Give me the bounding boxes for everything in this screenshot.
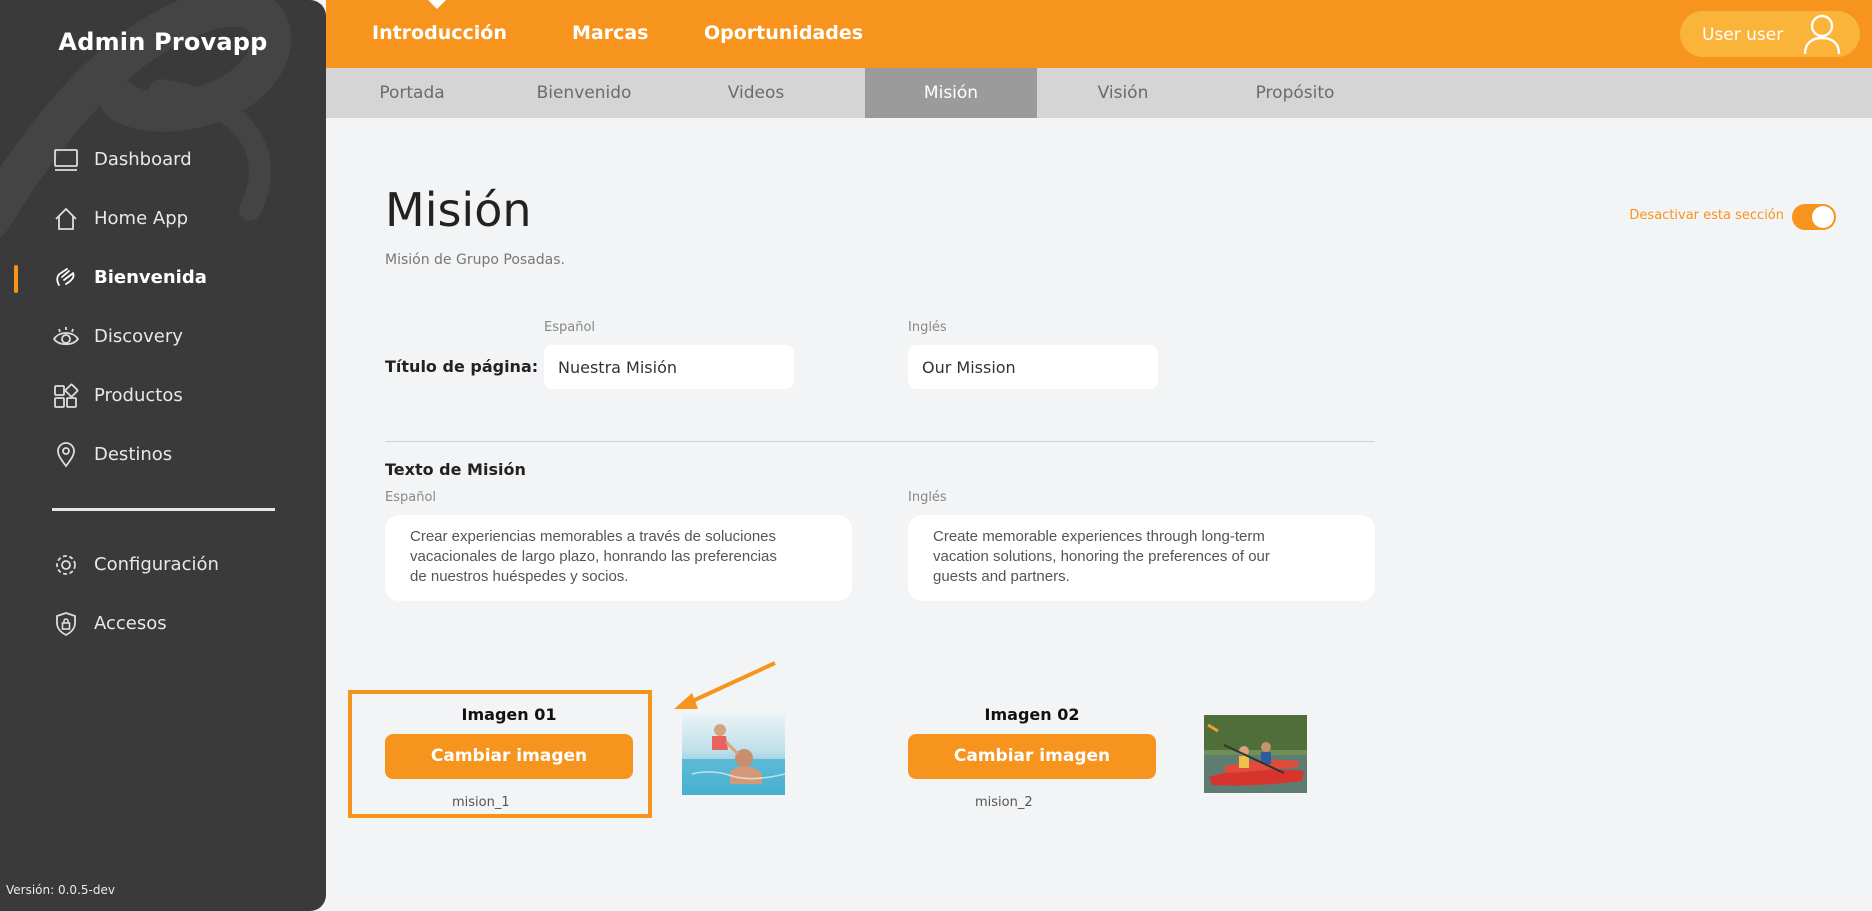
toggle-label: Desactivar esta sección — [1629, 208, 1784, 223]
version-label: Versión: 0.0.5-dev — [6, 883, 115, 897]
top-nav: Introducción Marcas Oportunidades User u… — [326, 0, 1872, 68]
page-title: Misión — [385, 183, 532, 237]
sidebar-item-destinos[interactable]: Destinos — [0, 425, 326, 484]
page-title-field-label: Título de página: — [385, 357, 539, 376]
section-tabs: Portada Bienvenido Videos Misión Visión … — [326, 68, 1872, 118]
image-01-title: Imagen 01 — [461, 705, 557, 724]
sidebar-item-accesos[interactable]: Accesos — [0, 594, 326, 653]
sidebar-item-label: Discovery — [94, 326, 183, 347]
textarea-line: vacacionales de largo plazo, honrando la… — [410, 548, 777, 565]
sidebar-divider — [52, 508, 275, 511]
subtab-vision[interactable]: Visión — [1037, 68, 1209, 118]
location-pin-icon — [52, 441, 80, 469]
annotation-arrow-icon — [674, 661, 776, 709]
sidebar-item-label: Configuración — [94, 554, 219, 575]
tab-marcas[interactable]: Marcas — [572, 22, 649, 44]
sidebar-nav: Dashboard Home App Bienvenida Discovery … — [0, 130, 326, 653]
sidebar-item-label: Home App — [94, 208, 189, 229]
image-02-title: Imagen 02 — [984, 705, 1080, 724]
es-label: Español — [385, 490, 437, 505]
subtab-mision[interactable]: Misión — [865, 68, 1037, 118]
textarea-line: Crear experiencias memorables a través d… — [410, 528, 777, 545]
gear-icon — [52, 551, 80, 579]
subtab-videos[interactable]: Videos — [670, 68, 842, 118]
tab-oportunidades[interactable]: Oportunidades — [704, 22, 863, 44]
user-name: User user — [1702, 25, 1784, 45]
sidebar-item-bienvenida[interactable]: Bienvenida — [0, 248, 326, 307]
tab-introduccion[interactable]: Introducción — [372, 22, 507, 44]
grid-shapes-icon — [52, 382, 80, 410]
textarea-line: Create memorable experiences through lon… — [933, 528, 1265, 545]
sidebar-item-home-app[interactable]: Home App — [0, 189, 326, 248]
hand-wave-icon — [52, 264, 80, 292]
sidebar-item-label: Productos — [94, 385, 183, 406]
en-label: Inglés — [908, 320, 947, 335]
sidebar-item-label: Bienvenida — [94, 267, 207, 288]
toggle-knob — [1812, 206, 1834, 228]
image-01-thumbnail — [682, 714, 785, 795]
mission-text-es-textarea[interactable]: Crear experiencias memorables a través d… — [385, 515, 852, 601]
sidebar: Admin Provapp Dashboard Home App Bienven… — [0, 0, 326, 911]
shield-lock-icon — [52, 610, 80, 638]
user-avatar-icon — [1802, 13, 1842, 60]
sidebar-item-dashboard[interactable]: Dashboard — [0, 130, 326, 189]
en-label: Inglés — [908, 490, 947, 505]
textarea-line: guests and partners. — [933, 568, 1070, 585]
monitor-icon — [52, 146, 80, 174]
home-icon — [52, 205, 80, 233]
image-02-thumbnail — [1204, 715, 1307, 793]
subtab-bienvenido[interactable]: Bienvenido — [498, 68, 670, 118]
user-menu-button[interactable]: User user — [1680, 11, 1860, 57]
sidebar-item-label: Accesos — [94, 613, 167, 634]
sidebar-item-configuracion[interactable]: Configuración — [0, 535, 326, 594]
brand-title: Admin Provapp — [58, 28, 268, 56]
subtab-proposito[interactable]: Propósito — [1209, 68, 1381, 118]
page-title-es-input[interactable] — [544, 345, 794, 389]
page-title-en-input[interactable] — [908, 345, 1158, 389]
es-label: Español — [544, 320, 596, 335]
page-subtitle: Misión de Grupo Posadas. — [385, 252, 565, 268]
sidebar-item-label: Destinos — [94, 444, 173, 465]
eye-icon — [52, 323, 80, 351]
textarea-line: de nuestros huéspedes y socios. — [410, 568, 629, 585]
section-toggle[interactable] — [1792, 204, 1836, 230]
change-image-02-button[interactable]: Cambiar imagen — [908, 734, 1156, 779]
subtab-portada[interactable]: Portada — [326, 68, 498, 118]
sidebar-item-discovery[interactable]: Discovery — [0, 307, 326, 366]
sidebar-item-label: Dashboard — [94, 149, 192, 170]
mission-text-en-textarea[interactable]: Create memorable experiences through lon… — [908, 515, 1375, 601]
sidebar-item-productos[interactable]: Productos — [0, 366, 326, 425]
section-divider — [385, 441, 1375, 442]
textarea-line: vacation solutions, honoring the prefere… — [933, 548, 1270, 565]
change-image-01-button[interactable]: Cambiar imagen — [385, 734, 633, 779]
active-tab-indicator — [428, 0, 446, 9]
mission-text-label: Texto de Misión — [385, 460, 526, 479]
image-02-filename: mision_2 — [975, 795, 1033, 810]
image-01-filename: mision_1 — [452, 795, 510, 810]
